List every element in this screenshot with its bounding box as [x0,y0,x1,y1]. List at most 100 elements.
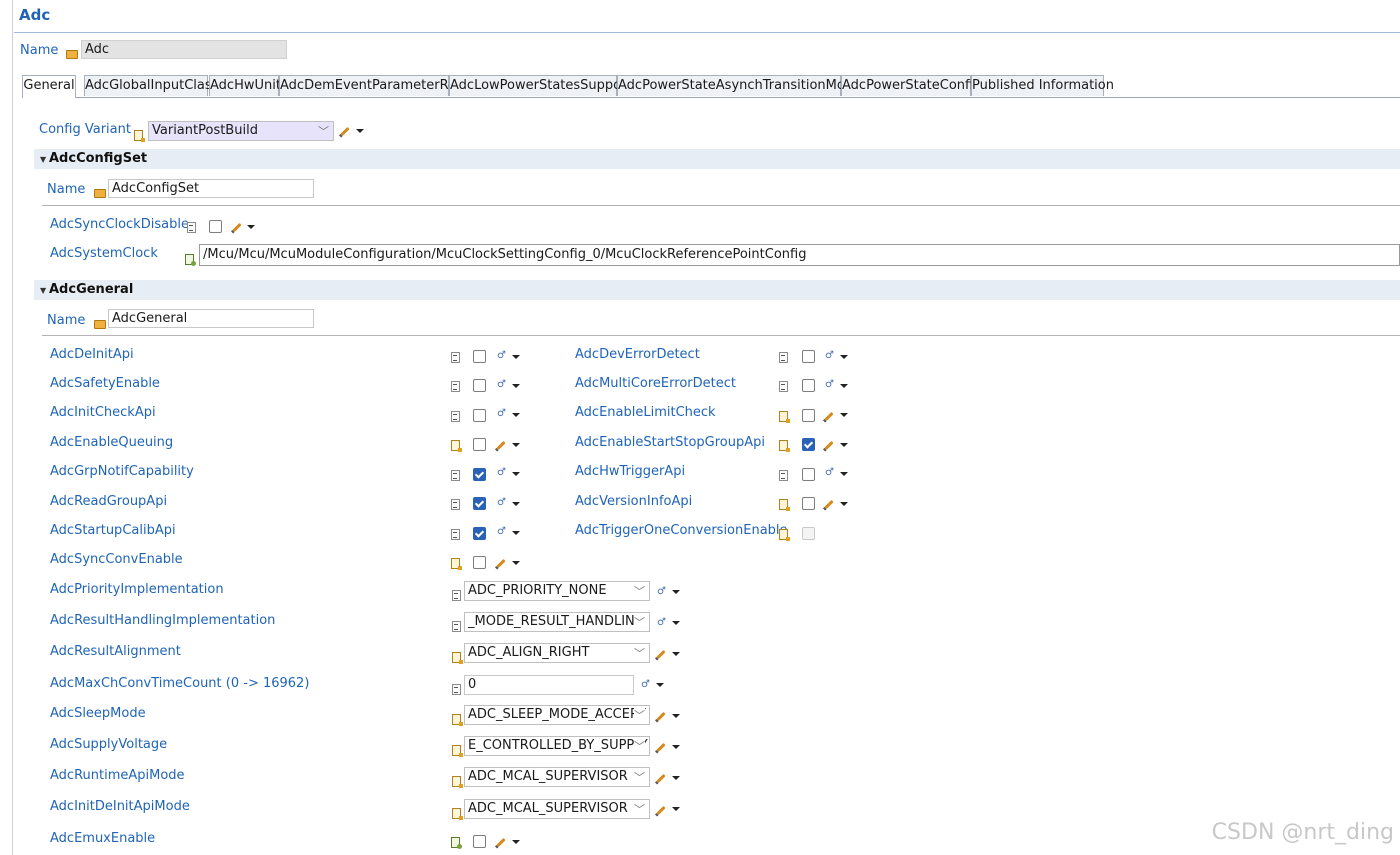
pencil-icon[interactable] [656,805,666,816]
collapse-triangle-icon[interactable]: ▼ [40,286,46,295]
tab-adc-power-state-asynch-transition-mode[interactable]: AdcPowerStateAsynchTransitionMode [617,75,861,96]
pencil-icon[interactable] [232,222,242,233]
adc-result-alignment-select[interactable]: ADC_ALIGN_RIGHT ﹀ [464,643,650,663]
adc-trigger-one-conversion-enable-label: AdcTriggerOneConversionEnable [575,523,788,538]
tab-general[interactable]: General [22,75,76,98]
dropdown-arrow-icon[interactable] [512,443,520,447]
dropdown-arrow-icon[interactable] [656,683,664,687]
dropdown-arrow-icon[interactable] [672,652,680,656]
dropdown-arrow-icon[interactable] [672,621,680,625]
adc-result-alignment-label: AdcResultAlignment [50,644,181,659]
dropdown-arrow-icon[interactable] [840,384,848,388]
pencil-icon[interactable] [824,499,834,510]
adc-hw-trigger-api-checkbox[interactable] [802,468,815,481]
adc-init-check-api-checkbox[interactable] [473,409,486,422]
dropdown-arrow-icon[interactable] [512,413,520,417]
dropdown-arrow-icon[interactable] [512,561,520,565]
dropdown-arrow-icon[interactable] [840,413,848,417]
dropdown-arrow-icon[interactable] [840,355,848,359]
dropdown-arrow-icon[interactable] [512,472,520,476]
adc-startup-calib-api-checkbox[interactable] [473,527,486,540]
adc-general-section[interactable]: ▼ AdcGeneral [34,280,1400,300]
dropdown-arrow-icon[interactable] [512,355,520,359]
adc-version-info-api-checkbox[interactable] [802,497,815,510]
tab-adc-dem-event-parameter-refs[interactable]: AdcDemEventParameterRefs [279,75,467,96]
dropdown-arrow-icon[interactable] [356,129,364,133]
tab-adc-power-state-config[interactable]: AdcPowerStateConfig [841,75,982,96]
calculator-icon[interactable]: ♂ [497,468,506,478]
calculator-icon[interactable]: ♂ [497,351,506,361]
pencil-icon[interactable] [340,126,350,137]
select-value: ADC_MCAL_SUPERVISOR [468,769,628,784]
chevron-down-icon: ﹀ [634,771,645,784]
dropdown-arrow-icon[interactable] [840,472,848,476]
adc-priority-implementation-select[interactable]: ADC_PRIORITY_NONE ﹀ [464,581,650,601]
adc-supply-voltage-select[interactable]: E_CONTROLLED_BY_SUPPLY ﹀ [464,736,650,756]
adc-read-group-api-checkbox[interactable] [473,497,486,510]
adc-enable-limit-check-checkbox[interactable] [802,409,815,422]
config-variant-select[interactable]: VariantPostBuild ﹀ [148,121,334,141]
pencil-icon[interactable] [496,440,506,451]
adc-runtime-api-mode-select[interactable]: ADC_MCAL_SUPERVISOR ﹀ [464,767,650,787]
dropdown-arrow-icon[interactable] [672,590,680,594]
tab-adc-global-input-class[interactable]: AdcGlobalInputClass [84,75,218,96]
adc-sync-conv-enable-checkbox[interactable] [473,556,486,569]
dropdown-arrow-icon[interactable] [672,776,680,780]
calculator-icon[interactable]: ♂ [497,498,506,508]
dropdown-arrow-icon[interactable] [512,502,520,506]
adc-sync-clock-disable-label: AdcSyncClockDisable [50,217,189,232]
tab-published-information[interactable]: Published Information [971,75,1114,96]
adc-deinit-api-checkbox[interactable] [473,350,486,363]
dropdown-arrow-icon[interactable] [672,745,680,749]
adc-result-handling-implementation-select[interactable]: _MODE_RESULT_HANDLING ﹀ [464,612,650,632]
chevron-down-icon: ﹀ [634,707,645,724]
adc-max-ch-conv-time-count-field[interactable]: 0 [464,675,634,695]
tab-adc-low-power-states-support[interactable]: AdcLowPowerStatesSupport [449,75,632,96]
pencil-icon[interactable] [824,411,834,422]
tab-adc-hw-unit[interactable]: AdcHwUnit [209,75,281,96]
dropdown-arrow-icon[interactable] [672,807,680,811]
calculated-value-icon [187,222,196,233]
calculator-icon[interactable]: ♂ [641,680,650,690]
adc-sleep-mode-select[interactable]: ADC_SLEEP_MODE_ACCEPT ﹀ [464,705,650,725]
calculator-icon[interactable]: ♂ [497,527,506,537]
adc-system-clock-field[interactable]: /Mcu/Mcu/McuModuleConfiguration/McuClock… [199,244,1400,266]
adc-multi-core-error-detect-checkbox[interactable] [802,379,815,392]
calculator-icon[interactable]: ♂ [497,380,506,390]
collapse-triangle-icon[interactable]: ▼ [40,155,46,164]
dropdown-arrow-icon[interactable] [512,531,520,535]
tab-bar-underline [22,97,1400,98]
pencil-icon[interactable] [496,837,506,848]
adc-enable-start-stop-group-api-checkbox[interactable] [802,438,815,451]
pencil-icon[interactable] [656,773,666,784]
pencil-icon[interactable] [824,440,834,451]
calculator-icon[interactable]: ♂ [657,587,666,597]
dropdown-arrow-icon[interactable] [840,443,848,447]
dropdown-arrow-icon[interactable] [840,502,848,506]
general-name-field[interactable]: AdcGeneral [108,309,314,328]
calculator-icon[interactable]: ♂ [825,468,834,478]
dropdown-arrow-icon[interactable] [512,384,520,388]
name-field[interactable]: Adc [81,40,287,59]
adc-safety-enable-checkbox[interactable] [473,379,486,392]
calculator-icon[interactable]: ♂ [657,618,666,628]
config-set-name-field[interactable]: AdcConfigSet [108,179,314,198]
calculator-icon[interactable]: ♂ [825,351,834,361]
calculator-icon[interactable]: ♂ [497,409,506,419]
calculator-icon[interactable]: ♂ [825,380,834,390]
adc-emux-enable-checkbox[interactable] [473,835,486,848]
pencil-icon[interactable] [656,742,666,753]
folder-icon [94,320,106,329]
adc-grp-notif-capability-checkbox[interactable] [473,468,486,481]
pencil-icon[interactable] [656,711,666,722]
dropdown-arrow-icon[interactable] [672,714,680,718]
dropdown-arrow-icon[interactable] [512,840,520,844]
dropdown-arrow-icon[interactable] [247,225,255,229]
adc-config-set-section[interactable]: ▼ AdcConfigSet [34,149,1400,169]
adc-dev-error-detect-checkbox[interactable] [802,350,815,363]
adc-sync-clock-disable-checkbox[interactable] [209,220,222,233]
pencil-icon[interactable] [656,649,666,660]
adc-enable-queuing-checkbox[interactable] [473,438,486,451]
adc-init-deinit-api-mode-select[interactable]: ADC_MCAL_SUPERVISOR ﹀ [464,799,650,819]
pencil-icon[interactable] [496,558,506,569]
